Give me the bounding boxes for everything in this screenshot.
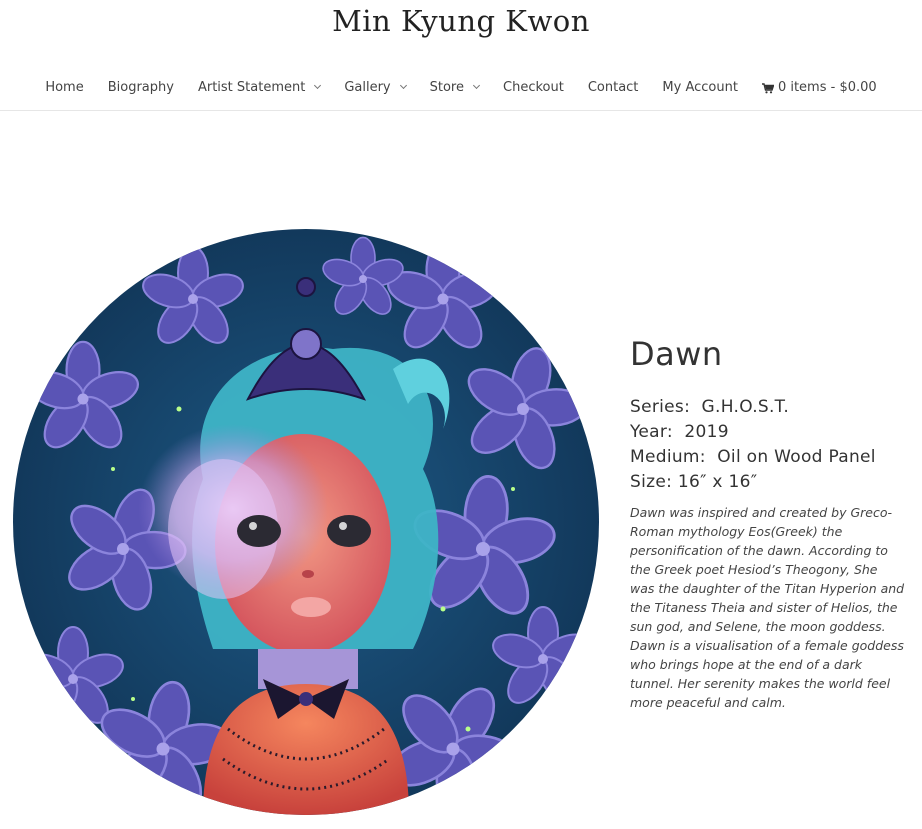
chevron-down-icon: [472, 81, 481, 90]
nav-item-my-account[interactable]: My Account: [662, 80, 738, 95]
nav-label: Checkout: [503, 79, 564, 95]
nav-item-artist-statement[interactable]: Artist Statement: [197, 79, 322, 95]
series-value: G.H.O.S.T.: [701, 397, 790, 417]
year-row: Year: 2019: [630, 420, 910, 445]
artwork-meta: Series: G.H.O.S.T. Year: 2019 Medium: Oi…: [630, 395, 910, 495]
nav-label: Artist Statement: [197, 79, 306, 95]
nav-label: My Account: [662, 79, 738, 95]
size-value: 16″ x 16″: [677, 472, 758, 492]
cart-icon: [761, 82, 774, 93]
nav-label: Home: [45, 79, 84, 95]
site-title[interactable]: Min Kyung Kwon: [0, 4, 922, 38]
year-label: Year:: [630, 422, 673, 442]
nav-label: Contact: [587, 79, 639, 95]
year-value: 2019: [684, 422, 729, 442]
artwork-description: Dawn was inspired and created by Greco-R…: [630, 505, 905, 710]
size-label: Size:: [630, 472, 673, 492]
medium-value: Oil on Wood Panel: [717, 447, 876, 467]
nav-item-gallery[interactable]: Gallery: [344, 79, 407, 95]
nav-label: Biography: [107, 79, 174, 95]
nav-cart[interactable]: 0 items - $0.00: [761, 79, 877, 95]
nav-item-checkout[interactable]: Checkout: [503, 80, 564, 95]
artwork-details: Dawn Series: G.H.O.S.T. Year: 2019 Mediu…: [630, 335, 910, 712]
main-navigation: Home Biography Artist Statement Gallery …: [0, 77, 922, 97]
chevron-down-icon: [399, 81, 407, 90]
medium-row: Medium: Oil on Wood Panel: [630, 445, 910, 470]
medium-label: Medium:: [630, 447, 706, 467]
nav-item-contact[interactable]: Contact: [588, 80, 639, 95]
series-label: Series:: [630, 397, 691, 417]
nav-item-home[interactable]: Home: [45, 80, 83, 95]
nav-label: Gallery: [344, 79, 391, 95]
cart-summary: 0 items - $0.00: [777, 79, 877, 95]
nav-item-store[interactable]: Store: [429, 79, 481, 95]
series-row: Series: G.H.O.S.T.: [630, 395, 910, 420]
artwork-title: Dawn: [630, 335, 723, 373]
artwork-image[interactable]: [13, 229, 599, 815]
nav-item-biography[interactable]: Biography: [108, 80, 174, 95]
size-row: Size: 16″ x 16″: [630, 470, 910, 495]
nav-label: Store: [429, 79, 464, 95]
header-divider: [0, 110, 922, 111]
chevron-down-icon: [314, 81, 322, 90]
